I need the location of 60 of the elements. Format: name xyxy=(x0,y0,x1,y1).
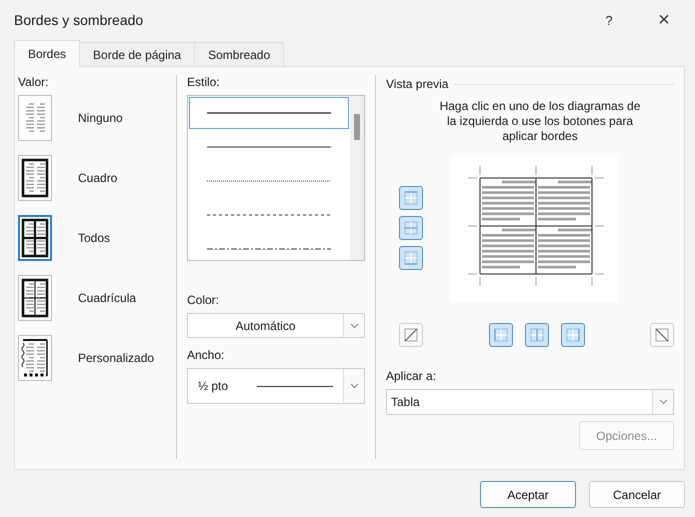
border-toggle-button[interactable] xyxy=(399,246,423,270)
grid-border-icon xyxy=(566,328,580,342)
instruction-text: Haga clic en uno de los diagramas de la izquierda o use los botones para aplicar bordes xyxy=(438,99,642,144)
field-label: Ancho: xyxy=(187,348,226,362)
color-dropdown[interactable]: Automático xyxy=(187,313,365,338)
setting-label: Ninguno xyxy=(78,111,123,125)
border-toggle-button[interactable] xyxy=(524,323,548,347)
field-label: Aplicar a: xyxy=(386,369,438,383)
dialog-button[interactable]: Aceptar xyxy=(480,481,576,508)
tab[interactable]: Sombreado xyxy=(194,42,284,66)
border-setting-icon xyxy=(20,217,50,259)
dialog-button[interactable]: Cancelar xyxy=(589,481,685,508)
border-toggle-button[interactable] xyxy=(650,323,674,347)
scrollbar[interactable] xyxy=(350,96,364,260)
border-toggle-button[interactable] xyxy=(399,323,423,347)
line-style-icon xyxy=(207,111,331,115)
diagonal-down-icon xyxy=(655,328,669,342)
combo-value: ½ pto xyxy=(197,379,228,393)
setting-label: Cuadro xyxy=(78,171,118,185)
line-style-option[interactable] xyxy=(189,97,349,129)
border-setting-icon xyxy=(20,337,50,379)
combo-value: Tabla xyxy=(390,395,421,409)
border-toggle-button[interactable] xyxy=(560,323,584,347)
grid-border-icon xyxy=(530,328,544,342)
grid-border-icon xyxy=(404,221,418,235)
setting-label: Todos xyxy=(78,231,110,245)
line-style-icon xyxy=(207,247,331,251)
border-setting-button[interactable] xyxy=(18,275,52,321)
line-style-icon xyxy=(207,213,331,217)
border-setting-icon xyxy=(20,277,50,319)
field-label: Color: xyxy=(187,293,220,307)
grid-border-icon xyxy=(404,191,418,205)
chevron-down-icon xyxy=(658,399,668,405)
chevron-down-icon xyxy=(350,383,358,389)
setting-label: Personalizado xyxy=(78,351,154,365)
border-toggle-button[interactable] xyxy=(399,186,423,210)
border-toggle-button[interactable] xyxy=(488,323,512,347)
apply-to-dropdown[interactable]: Tabla xyxy=(386,389,674,415)
field-label: Estilo: xyxy=(187,75,221,89)
line-sample-icon xyxy=(257,384,333,388)
grid-border-icon xyxy=(494,328,508,342)
field-label: Valor: xyxy=(18,75,50,89)
border-setting-button[interactable] xyxy=(18,155,52,201)
line-style-icon xyxy=(207,145,331,149)
chevron-down-icon xyxy=(350,322,358,328)
border-setting-button[interactable] xyxy=(18,215,52,261)
diagonal-up-icon xyxy=(404,328,418,342)
combo-value: Automático xyxy=(234,318,297,332)
tab[interactable]: Bordes xyxy=(14,40,80,67)
border-toggle-button[interactable] xyxy=(399,216,423,240)
close-button[interactable]: × xyxy=(653,8,675,32)
group-title: Vista previa xyxy=(386,77,448,91)
border-setting-button[interactable] xyxy=(18,335,52,381)
width-dropdown[interactable]: ½ pto xyxy=(187,368,365,404)
setting-label: Cuadrícula xyxy=(78,291,136,305)
line-style-icon xyxy=(207,179,331,183)
help-button[interactable]: ? xyxy=(599,12,619,28)
grid-border-icon xyxy=(404,251,418,265)
border-setting-icon xyxy=(20,157,50,199)
window-title: Bordes y sombreado xyxy=(14,12,144,28)
